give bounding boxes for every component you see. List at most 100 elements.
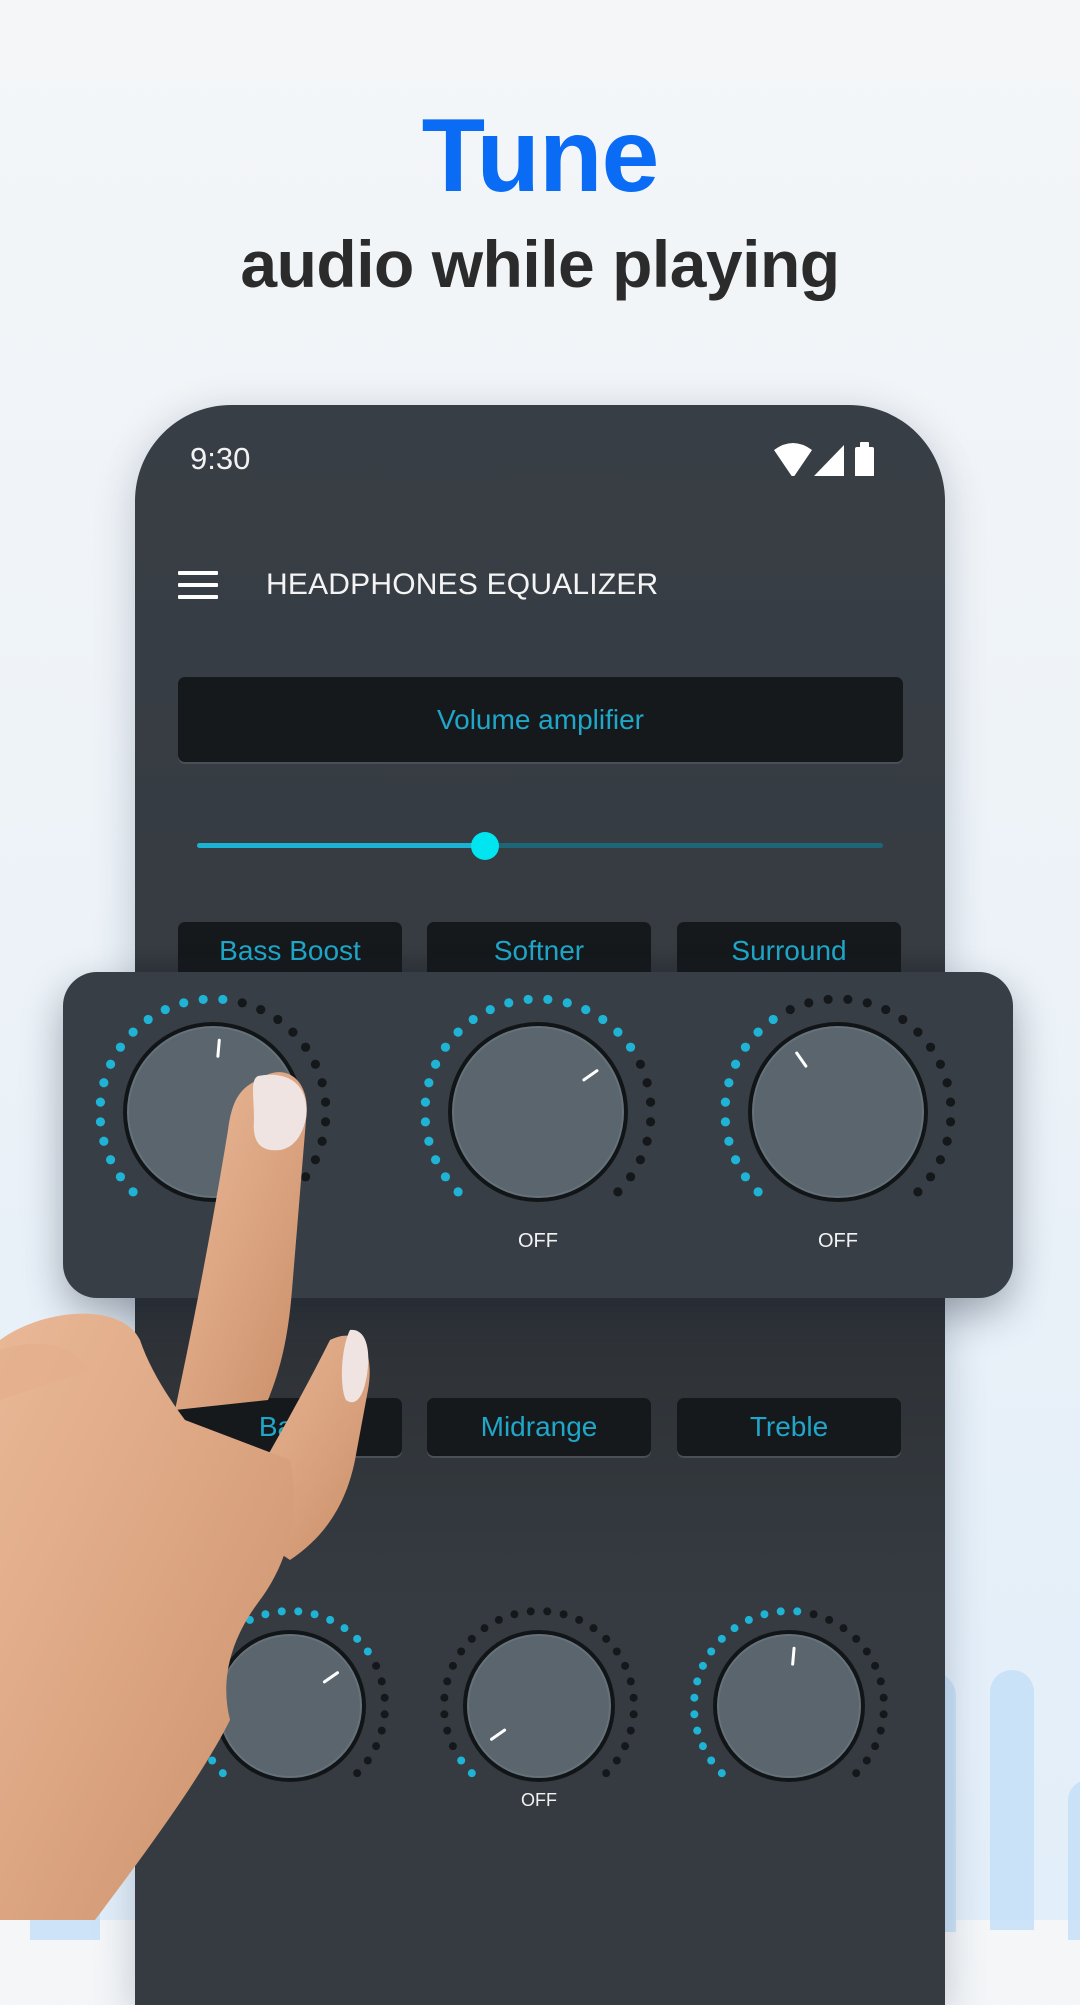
level-dot-active [420, 1117, 431, 1127]
knob-graphic[interactable] [413, 987, 663, 1237]
level-dot-inactive [645, 1117, 656, 1127]
level-dot-active [717, 1634, 726, 1643]
bass-knob[interactable] [190, 1606, 390, 1806]
level-dot-active [208, 1756, 217, 1765]
level-dot-active [353, 1634, 362, 1643]
battery-icon [855, 442, 874, 476]
knob-face[interactable] [218, 1634, 362, 1778]
bass-boost-knob[interactable] [88, 987, 338, 1237]
wifi-icon [774, 443, 812, 476]
treble-button[interactable]: Treble [677, 1398, 901, 1456]
level-dot-active [218, 1634, 227, 1643]
level-dot-inactive [317, 1136, 327, 1146]
level-dot-active [261, 1610, 270, 1619]
softner-button[interactable]: Softner [427, 922, 651, 979]
level-dot-inactive [602, 1634, 611, 1643]
level-dot-inactive [273, 1014, 283, 1025]
level-dot-inactive [862, 1647, 871, 1656]
level-dot-active [420, 1097, 431, 1107]
level-dot-active [99, 1078, 109, 1088]
level-dot-active [768, 1014, 778, 1025]
level-dot-inactive [635, 1059, 646, 1069]
level-dot-active [143, 1014, 153, 1025]
level-dot-active [95, 1097, 106, 1107]
knob-graphic[interactable] [439, 1606, 639, 1806]
level-dot-inactive [642, 1136, 652, 1146]
level-dot-inactive [300, 1042, 311, 1052]
effects-knob-panel: OFF OFF [63, 972, 1013, 1298]
knob-face[interactable] [467, 1634, 611, 1778]
level-dot-inactive [809, 1610, 818, 1619]
bass-button[interactable]: Bass [178, 1398, 402, 1456]
level-dot-active [724, 1136, 734, 1146]
level-dot-active [625, 1042, 636, 1052]
volume-amplifier-button[interactable]: Volume amplifier [178, 677, 903, 762]
level-dot-inactive [839, 1624, 848, 1633]
level-dot-active [277, 1607, 286, 1616]
treble-knob[interactable] [689, 1606, 889, 1806]
level-dot-inactive [913, 1027, 923, 1037]
bass-boost-button[interactable]: Bass Boost [178, 922, 402, 979]
level-dot-inactive [843, 994, 853, 1005]
level-dot-active [504, 998, 514, 1008]
level-dot-inactive [380, 1693, 389, 1702]
surround-knob[interactable] [713, 987, 963, 1237]
level-dot-inactive [377, 1726, 386, 1735]
level-dot-inactive [510, 1610, 519, 1619]
level-dot-inactive [876, 1726, 885, 1735]
midrange-button[interactable]: Midrange [427, 1398, 651, 1456]
knob-graphic[interactable] [88, 987, 338, 1237]
knob-face[interactable] [127, 1026, 299, 1198]
level-dot-inactive [559, 1610, 568, 1619]
level-dot-inactive [621, 1742, 630, 1751]
knob-face[interactable] [452, 1026, 624, 1198]
knob-face[interactable] [717, 1634, 861, 1778]
level-dot-inactive [629, 1693, 638, 1702]
level-dot-inactive [871, 1742, 880, 1751]
level-dot-inactive [945, 1117, 956, 1127]
level-dot-inactive [852, 1634, 861, 1643]
level-dot-inactive [443, 1726, 452, 1735]
level-dot-active [543, 994, 553, 1005]
background-bar [30, 1700, 100, 1940]
level-dot-inactive [320, 1097, 331, 1107]
slider-thumb[interactable] [471, 832, 500, 860]
level-dot-active [468, 1014, 478, 1025]
softner-knob[interactable] [413, 987, 663, 1237]
background-bar [990, 1670, 1034, 1930]
level-dot-inactive [823, 994, 833, 1005]
level-dot-inactive [575, 1615, 584, 1624]
knob-graphic[interactable] [689, 1606, 889, 1806]
level-dot-active [581, 1004, 591, 1015]
surround-button[interactable]: Surround [677, 922, 901, 979]
level-dot-inactive [825, 1615, 834, 1624]
level-dot-active [191, 1693, 200, 1702]
level-dot-inactive [785, 1004, 795, 1015]
volume-slider[interactable] [197, 825, 883, 865]
level-dot-active [245, 1615, 254, 1624]
level-dot-active [698, 1742, 707, 1751]
level-dot-active [340, 1624, 349, 1633]
level-dot-inactive [443, 1677, 452, 1686]
hamburger-menu-icon[interactable] [178, 571, 218, 599]
level-dot-active [690, 1710, 699, 1719]
knob-face[interactable] [752, 1026, 924, 1198]
level-dot-active [720, 1117, 731, 1127]
level-dot-inactive [372, 1742, 381, 1751]
level-dot-active [724, 1078, 734, 1088]
level-dot-inactive [589, 1624, 598, 1633]
level-dot-active [720, 1097, 731, 1107]
level-dot-active [485, 1004, 495, 1015]
level-dot-active [457, 1756, 466, 1765]
level-dot-inactive [945, 1097, 956, 1107]
level-dot-inactive [448, 1742, 457, 1751]
level-dot-inactive [494, 1615, 503, 1624]
level-dot-inactive [612, 1647, 621, 1656]
knob-graphic[interactable] [713, 987, 963, 1237]
midrange-knob[interactable] [439, 1606, 639, 1806]
level-dot-inactive [288, 1027, 298, 1037]
knob-graphic[interactable] [190, 1606, 390, 1806]
level-dot-active [467, 1769, 476, 1778]
level-dot-inactive [645, 1097, 656, 1107]
level-dot-active [440, 1042, 451, 1052]
